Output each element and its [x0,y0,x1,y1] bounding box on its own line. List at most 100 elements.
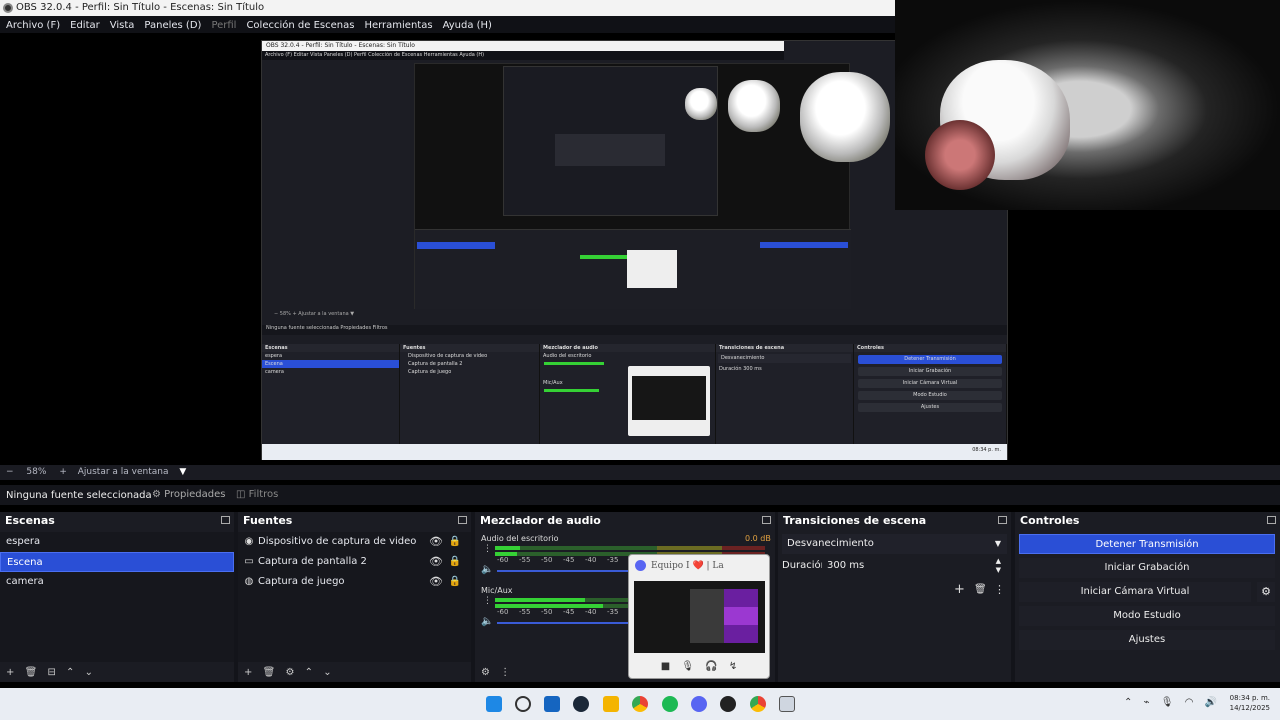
menu-item[interactable]: Colección de Escenas [246,20,354,31]
nested-mixer-meter [544,362,604,365]
system-tray: ⌃ ⌁ 🎙 ◠ 🔊 [1124,697,1217,708]
fit-window-label[interactable]: Ajustar a la ventana [78,467,169,477]
volume-meter-level [495,546,520,550]
network-icon[interactable]: ⌁ [1144,697,1150,708]
clock-time: 08:34 p. m. [1229,694,1270,702]
system-clock[interactable]: 08:34 p. m. 14/12/2025 [1230,693,1270,713]
undock-icon[interactable] [762,516,771,524]
zoom-out-button[interactable]: − [6,467,14,477]
meter-tick-label: -50 [541,556,553,564]
transitions-header: Transiciones de escena [778,512,1011,529]
chrome-icon-2[interactable] [750,696,766,712]
nested-titlebar: OBS 32.0.4 - Perfil: Sin Título - Escena… [262,41,784,51]
menu-item[interactable]: Editar [70,20,100,31]
zoom-in-button[interactable]: + [59,467,67,477]
undock-icon[interactable] [1267,516,1276,524]
popup-thumbnail [634,581,765,653]
source-label: Captura de juego [258,576,345,587]
duration-spinbox[interactable]: 300 ms ▲ ▼ [822,556,1007,576]
visibility-eye-icon[interactable]: 👁 [429,532,443,552]
search-icon[interactable] [515,696,531,712]
kebab-icon[interactable]: ⋮ [994,583,1005,596]
undock-icon[interactable] [998,516,1007,524]
headphones-icon[interactable]: 🎧 [705,661,717,672]
visibility-eye-icon[interactable]: 👁 [429,572,443,592]
kebab-icon[interactable]: ⋮ [500,667,510,678]
lock-icon[interactable]: 🔒 [449,552,461,572]
speaker-icon[interactable]: 🔈 [481,616,493,627]
steam-icon[interactable] [573,696,589,712]
obs-logo-icon [3,3,13,13]
kebab-icon[interactable]: ⋮ [483,596,492,606]
source-item[interactable]: ▭ Captura de pantalla 2 👁 🔒 [238,552,471,572]
move-up-icon[interactable]: ⌃ [66,667,74,678]
undock-icon[interactable] [458,516,467,524]
start-recording-button[interactable]: Iniciar Grabación [1019,558,1275,578]
start-virtual-camera-button[interactable]: Iniciar Cámara Virtual [1019,582,1251,602]
scene-item[interactable]: camera [0,572,234,592]
mic-tray-icon[interactable]: 🎙 [1161,697,1174,708]
start-icon[interactable] [486,696,502,712]
menu-item[interactable]: Ayuda (H) [443,20,492,31]
kebab-icon[interactable]: ⋮ [483,544,492,554]
add-transition-icon[interactable]: + [954,582,965,597]
trash-icon[interactable]: 🗑 [263,667,276,678]
speaker-icon[interactable]: 🔈 [481,564,493,575]
trash-icon[interactable]: 🗑 [25,667,38,678]
nested-control-btn: Iniciar Cámara Virtual [858,379,1002,388]
scenes-footer: + 🗑 ⊟ ⌃ ⌄ [0,664,234,682]
trash-icon[interactable]: 🗑 [974,584,987,595]
move-down-icon[interactable]: ⌄ [85,667,93,678]
menu-item[interactable]: Vista [110,20,135,31]
folder-icon[interactable] [603,696,619,712]
lock-icon[interactable]: 🔒 [449,572,461,592]
camera-icon[interactable]: ■ [661,661,670,672]
disconnect-icon[interactable]: ↯ [729,661,737,672]
microphone-icon[interactable]: 🎙 [681,661,694,672]
gear-icon[interactable]: ⚙ [285,667,294,678]
volume-icon[interactable]: 🔊 [1205,697,1217,708]
mixer-title: Mezclador de audio [480,514,601,527]
obs-taskbar-icon[interactable] [720,696,736,712]
move-down-icon[interactable]: ⌄ [323,667,331,678]
fit-dropdown-arrow[interactable]: ▼ [179,467,186,477]
lock-icon[interactable]: 🔒 [449,532,461,552]
stop-streaming-button[interactable]: Detener Transmisión [1019,534,1275,554]
discord-taskbar-icon[interactable] [691,696,707,712]
sources-title: Fuentes [243,514,293,527]
discord-popup[interactable]: Equipo I ❤️ | La cachondi... ■ 🎙 🎧 ↯ [628,554,770,679]
menu-item[interactable]: Herramientas [364,20,432,31]
menu-item[interactable]: Archivo (F) [6,20,60,31]
gear-icon[interactable]: ⚙ [481,667,490,678]
nested-duration: Duración 300 ms [716,365,853,374]
filters-button[interactable]: ◫ Filtros [236,485,278,505]
menu-item[interactable]: Perfil [211,20,236,31]
meter-tick-label: -45 [563,608,575,616]
source-item[interactable]: ◉ Dispositivo de captura de video 👁 🔒 [238,532,471,552]
add-scene-icon[interactable]: + [6,667,14,678]
move-up-icon[interactable]: ⌃ [305,667,313,678]
chrome-icon[interactable] [632,696,648,712]
spotify-icon[interactable] [662,696,678,712]
transition-select[interactable]: Desvanecimiento ▼ [782,534,1007,554]
scene-item[interactable]: Escena [0,552,234,572]
meter-tick-label: -35 [607,608,619,616]
webcam-feed [895,0,1280,210]
nested-taskbar: 08:34 p. m. [262,444,1007,460]
visibility-eye-icon[interactable]: 👁 [429,552,443,572]
settings-button[interactable]: Ajustes [1019,630,1275,650]
source-item[interactable]: ◍ Captura de juego 👁 🔒 [238,572,471,592]
zoom-level: 58% [26,467,47,477]
studio-mode-button[interactable]: Modo Estudio [1019,606,1275,626]
config-icon[interactable]: ⊟ [47,667,55,678]
chevron-up-icon[interactable]: ⌃ [1124,697,1132,708]
menu-item[interactable]: Paneles (D) [144,20,201,31]
undock-icon[interactable] [221,516,230,524]
app-window-icon[interactable] [779,696,795,712]
gear-icon[interactable]: ⚙ [1257,582,1275,602]
store-icon[interactable] [544,696,560,712]
wifi-icon[interactable]: ◠ [1185,697,1194,708]
add-source-icon[interactable]: + [244,667,252,678]
properties-button[interactable]: ⚙ Propiedades [152,485,225,505]
scene-item[interactable]: espera [0,532,234,552]
